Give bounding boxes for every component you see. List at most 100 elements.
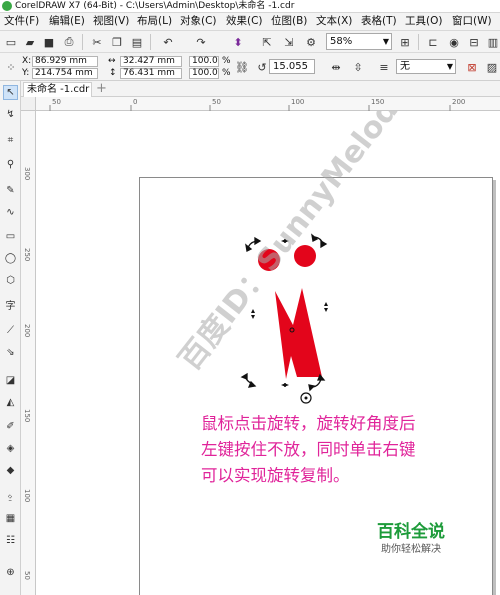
- instruction-line-3: 可以实现旋转复制。: [201, 466, 350, 485]
- full-screen-preview-icon[interactable]: ⊞: [397, 34, 413, 50]
- add-tool-icon[interactable]: ⊕: [3, 565, 18, 580]
- chevron-down-icon: ▼: [382, 37, 389, 46]
- menu-table[interactable]: 表格(T): [361, 13, 397, 30]
- new-tab-icon[interactable]: +: [96, 81, 107, 96]
- copy-icon[interactable]: ❐: [109, 34, 125, 50]
- brand-title: 百科全说: [377, 522, 445, 542]
- menu-text[interactable]: 文本(X): [316, 13, 352, 30]
- drawing-canvas[interactable]: 百度ID：SunnyMelody夏 鼠标点击旋转，旋转好角度后 左键按住不放，同…: [36, 111, 500, 595]
- zoom-level-value: 58%: [330, 36, 353, 47]
- zoom-level-select[interactable]: 58% ▼: [326, 33, 392, 50]
- menu-edit[interactable]: 编辑(E): [49, 13, 85, 30]
- parallel-dimension-icon[interactable]: ⟋: [3, 323, 18, 338]
- ellipse-tool-icon[interactable]: ◯: [3, 251, 18, 266]
- menu-layout[interactable]: 布局(L): [137, 13, 172, 30]
- menu-window[interactable]: 窗口(W): [452, 13, 492, 30]
- mirror-vertical-icon[interactable]: ⇳: [350, 59, 366, 75]
- drop-shadow-icon[interactable]: ◪: [3, 373, 18, 388]
- menu-file[interactable]: 文件(F): [4, 13, 39, 30]
- pivot-target-dot: [304, 396, 308, 400]
- y-position-label: Y:: [22, 68, 30, 78]
- options-icon[interactable]: ▥: [485, 34, 500, 50]
- polygon-tool-icon[interactable]: ⬡: [3, 273, 18, 288]
- print-icon[interactable]: ⎙: [61, 34, 77, 50]
- instruction-line-1: 鼠标点击旋转，旋转好角度后: [201, 414, 416, 433]
- wrap-text-icon[interactable]: ▨: [484, 59, 500, 75]
- show-rulers-icon[interactable]: ⊏: [425, 34, 441, 50]
- chevron-down-icon: ▼: [446, 62, 453, 71]
- text-tool-icon[interactable]: 字: [3, 297, 18, 312]
- smart-fill-icon[interactable]: ◆: [3, 463, 18, 478]
- crop-tool-icon[interactable]: ⌗: [3, 133, 18, 148]
- width-icon: ↔: [108, 56, 116, 66]
- toolbar-divider: [418, 34, 419, 50]
- horizontal-ruler[interactable]: 50 0 50 100 150 200: [36, 97, 500, 111]
- rotation-angle-field[interactable]: 15.055: [269, 59, 315, 74]
- y-position-field[interactable]: 214.754 mm: [32, 68, 98, 79]
- coreldraw-app-icon: [2, 1, 12, 11]
- transparency-icon[interactable]: ◭: [3, 395, 18, 410]
- vertical-ruler[interactable]: 300 250 200 150 100 50: [21, 111, 36, 595]
- title-bar: CorelDRAW X7 (64-Bit) - C:\Users\Admin\D…: [0, 0, 500, 13]
- toolbox: ↖ ↯ ⌗ ⚲ ✎ ∿ ▭ ◯ ⬡ 字 ⟋ ⇘ ◪ ◭ ✐ ◈ ◆ ⍚ ▦ ☷ …: [0, 81, 21, 595]
- publish-pdf-icon[interactable]: ⇲: [281, 34, 297, 50]
- object-width-field[interactable]: 32.427 mm: [120, 56, 182, 67]
- rotation-angle-icon: ↺: [257, 60, 267, 74]
- red-spike-shape[interactable]: [275, 288, 322, 379]
- brand-subtitle: 助你轻松解决: [381, 544, 441, 555]
- table-tool-icon[interactable]: ☷: [3, 533, 18, 548]
- rectangle-tool-icon[interactable]: ▭: [3, 229, 18, 244]
- document-tab-bar: 未命名 -1.cdr +: [21, 81, 500, 97]
- color-eyedropper-icon[interactable]: ✐: [3, 419, 18, 434]
- zoom-tool-icon[interactable]: ⚲: [3, 157, 18, 172]
- connector-tool-icon[interactable]: ⇘: [3, 345, 18, 360]
- import-icon[interactable]: ⬍: [230, 34, 246, 50]
- scale-height-field[interactable]: 100.0: [189, 68, 219, 79]
- object-height-field[interactable]: 76.431 mm: [120, 68, 182, 79]
- outline-pen-icon[interactable]: ⍚: [3, 489, 18, 504]
- toolbar-divider: [82, 34, 83, 50]
- interactive-fill-icon[interactable]: ◈: [3, 441, 18, 456]
- brand-logo: 百科全说 助你轻松解决: [366, 521, 456, 557]
- object-origin-icon[interactable]: ⁘: [3, 59, 19, 75]
- document-tab[interactable]: 未命名 -1.cdr: [23, 82, 92, 97]
- window-title: CorelDRAW X7 (64-Bit) - C:\Users\Admin\D…: [15, 1, 295, 11]
- lock-ratio-icon[interactable]: ⛓: [234, 59, 250, 75]
- menu-view[interactable]: 视图(V): [93, 13, 129, 30]
- mesh-fill-icon[interactable]: ▦: [3, 511, 18, 526]
- application-launcher-icon[interactable]: ⚙: [303, 34, 319, 50]
- mirror-horizontal-icon[interactable]: ⇹: [328, 59, 344, 75]
- ruler-origin-corner[interactable]: [21, 97, 36, 111]
- document-tab-label: 未命名 -1.cdr: [27, 84, 90, 95]
- undo-icon[interactable]: ↶: [160, 34, 176, 50]
- artistic-media-icon[interactable]: ∿: [3, 205, 18, 220]
- menu-bar: 文件(F) 编辑(E) 视图(V) 布局(L) 对象(C) 效果(C) 位图(B…: [0, 13, 500, 31]
- outline-width-value: 无: [400, 61, 410, 72]
- scale-width-field[interactable]: 100.0: [189, 56, 219, 67]
- freehand-tool-icon[interactable]: ✎: [3, 183, 18, 198]
- pick-tool-icon[interactable]: ↖: [3, 85, 18, 100]
- save-icon[interactable]: ■: [41, 34, 57, 50]
- view-options-icon[interactable]: ◉: [446, 34, 462, 50]
- menu-object[interactable]: 对象(C): [180, 13, 217, 30]
- menu-effects[interactable]: 效果(C): [226, 13, 263, 30]
- open-folder-icon[interactable]: ▰: [22, 34, 38, 50]
- rotation-angle-value: 15.055: [273, 61, 308, 72]
- convert-to-curves-icon[interactable]: ⊠: [464, 59, 480, 75]
- paste-icon[interactable]: ▤: [129, 34, 145, 50]
- ruler-tick-label: 50: [23, 571, 31, 580]
- standard-toolbar: ▭ ▰ ■ ⎙ ✂ ❐ ▤ ↶ ↷ ⬍ ⇱ ⇲ ⚙ 58% ▼ ⊞ ⊏ ◉ ⊟ …: [0, 31, 500, 53]
- menu-tools[interactable]: 工具(O): [405, 13, 442, 30]
- redo-icon[interactable]: ↷: [193, 34, 209, 50]
- cut-icon[interactable]: ✂: [89, 34, 105, 50]
- menu-bitmaps[interactable]: 位图(B): [271, 13, 307, 30]
- new-document-icon[interactable]: ▭: [3, 34, 19, 50]
- snap-to-icon[interactable]: ⊟: [466, 34, 482, 50]
- ruler-tick-label: 100: [23, 489, 31, 503]
- property-bar: ⁘ X: 86.929 mm Y: 214.754 mm ↔ 32.427 mm…: [0, 53, 500, 81]
- ruler-ticks: [49, 105, 451, 111]
- shape-tool-icon[interactable]: ↯: [3, 107, 18, 122]
- export-icon[interactable]: ⇱: [259, 34, 275, 50]
- x-position-field[interactable]: 86.929 mm: [32, 56, 98, 67]
- outline-width-select[interactable]: 无 ▼: [396, 59, 456, 74]
